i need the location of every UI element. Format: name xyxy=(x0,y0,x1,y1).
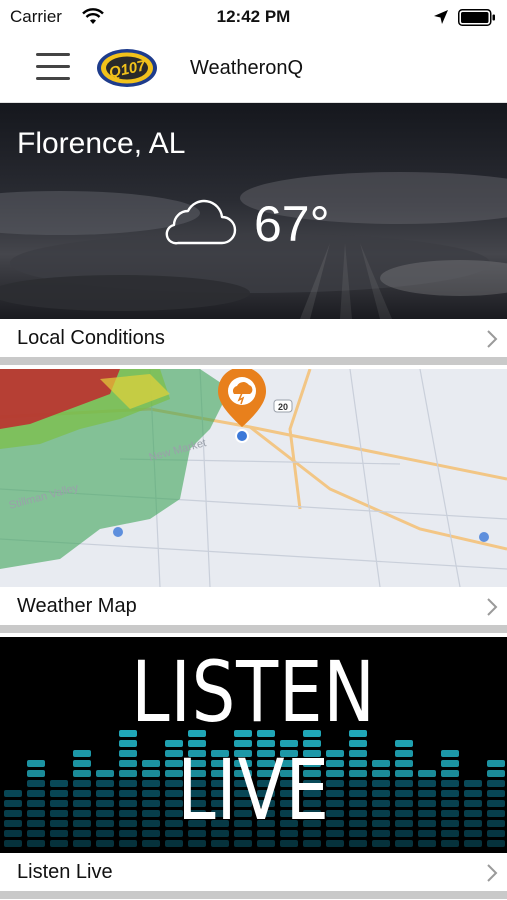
current-temperature: 67° xyxy=(254,196,330,252)
equalizer-segment xyxy=(487,830,505,837)
map-route-shield: 20 xyxy=(278,402,288,412)
equalizer-segment xyxy=(50,840,68,847)
equalizer-segment xyxy=(464,820,482,827)
map-hero-image: New Market Stillman Valley 20 xyxy=(0,369,507,587)
equalizer-segment xyxy=(418,840,436,847)
equalizer-segment xyxy=(464,810,482,817)
menu-bar-line xyxy=(36,65,70,68)
equalizer-segment xyxy=(487,840,505,847)
location-arrow-icon xyxy=(434,10,448,24)
equalizer-segment xyxy=(234,840,252,847)
nav-bar: Q107 WeatheronQ xyxy=(0,34,507,103)
battery-icon xyxy=(458,9,495,26)
menu-bar-line xyxy=(36,77,70,80)
equalizer-segment xyxy=(487,760,505,767)
equalizer-segment xyxy=(372,840,390,847)
local-conditions-row[interactable]: Local Conditions xyxy=(0,319,507,365)
local-conditions-label: Local Conditions xyxy=(17,327,165,349)
weather-map-row[interactable]: Weather Map xyxy=(0,587,507,633)
equalizer-segment xyxy=(27,820,45,827)
equalizer-segment xyxy=(27,800,45,807)
listen-live-headline: LISTEN LIVE xyxy=(131,643,376,839)
equalizer-segment xyxy=(487,790,505,797)
status-bar: Carrier 12:42 PM xyxy=(0,0,507,34)
equalizer-segment xyxy=(4,820,22,827)
menu-bar-line xyxy=(36,53,70,56)
equalizer-segment xyxy=(257,840,275,847)
equalizer-segment xyxy=(4,810,22,817)
menu-button[interactable] xyxy=(36,53,70,83)
chevron-right-icon xyxy=(487,330,498,348)
equalizer-segment xyxy=(4,840,22,847)
city-name: Florence, AL xyxy=(17,127,186,160)
equalizer-segment xyxy=(464,840,482,847)
equalizer-segment xyxy=(487,780,505,787)
equalizer-segment xyxy=(211,840,229,847)
chevron-right-icon xyxy=(487,598,498,616)
listen-live-card[interactable]: LISTEN LIVE Listen Live xyxy=(0,637,507,900)
equalizer-segment xyxy=(27,780,45,787)
equalizer-segment xyxy=(27,840,45,847)
equalizer-segment xyxy=(487,770,505,777)
equalizer-segment xyxy=(4,800,22,807)
equalizer-segment xyxy=(464,780,482,787)
equalizer-segment xyxy=(487,810,505,817)
equalizer-segment xyxy=(4,790,22,797)
equalizer-segment xyxy=(464,800,482,807)
equalizer-segment xyxy=(27,810,45,817)
equalizer-segment xyxy=(280,840,298,847)
equalizer-segment xyxy=(4,830,22,837)
radar-map: New Market Stillman Valley 20 xyxy=(0,369,507,587)
listen-live-label: Listen Live xyxy=(17,861,113,883)
station-logo: Q107 xyxy=(97,49,157,87)
equalizer-segment xyxy=(165,840,183,847)
listen-live-hero-image: LISTEN LIVE xyxy=(0,637,507,853)
equalizer-segment xyxy=(73,840,91,847)
equalizer-segment xyxy=(349,840,367,847)
equalizer-segment xyxy=(464,790,482,797)
equalizer-segment xyxy=(395,840,413,847)
equalizer-segment xyxy=(487,800,505,807)
listen-live-row[interactable]: Listen Live xyxy=(0,853,507,899)
chevron-right-icon xyxy=(487,864,498,882)
equalizer-segment xyxy=(27,770,45,777)
weather-map-label: Weather Map xyxy=(17,595,137,617)
page-title: WeatheronQ xyxy=(190,57,304,79)
conditions-hero-image: Florence, AL 67° xyxy=(0,103,507,319)
equalizer-segment xyxy=(27,760,45,767)
weather-map-card[interactable]: New Market Stillman Valley 20 Weather Ma… xyxy=(0,369,507,637)
equalizer-segment xyxy=(441,840,459,847)
equalizer-segment xyxy=(96,840,114,847)
equalizer-segment xyxy=(464,830,482,837)
equalizer-segment xyxy=(326,840,344,847)
equalizer-segment xyxy=(303,840,321,847)
clock: 12:42 PM xyxy=(216,7,291,26)
equalizer-segment xyxy=(27,790,45,797)
local-conditions-card[interactable]: Florence, AL 67° Local Conditions xyxy=(0,103,507,369)
equalizer-segment xyxy=(487,820,505,827)
equalizer-segment xyxy=(119,840,137,847)
equalizer-segment xyxy=(142,840,160,847)
cloud-icon xyxy=(165,199,237,245)
equalizer-segment xyxy=(27,830,45,837)
equalizer-segment xyxy=(188,840,206,847)
